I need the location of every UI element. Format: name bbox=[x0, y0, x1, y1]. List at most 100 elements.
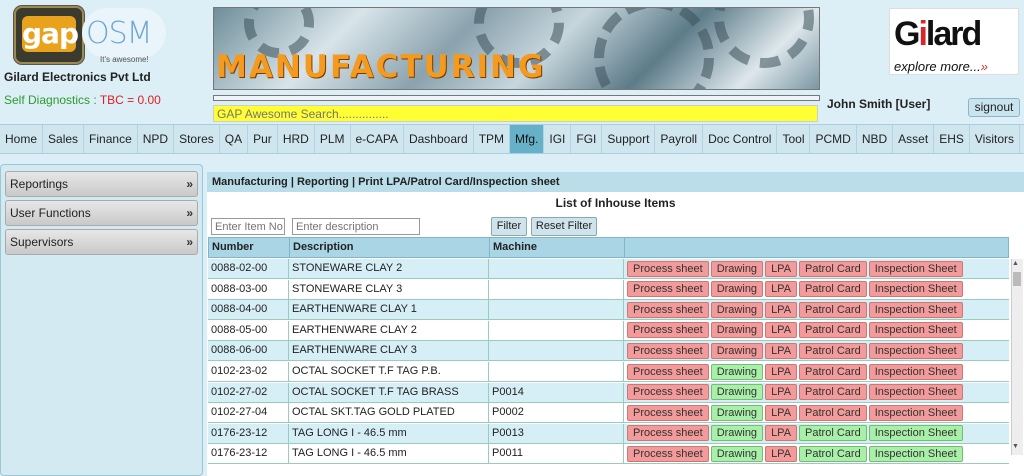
nav-item-igi[interactable]: IGI bbox=[544, 125, 572, 153]
drawing-button[interactable]: Drawing bbox=[710, 425, 764, 442]
nav-item-stores[interactable]: Stores bbox=[174, 125, 220, 153]
patrol-card-button[interactable]: Patrol Card bbox=[799, 342, 867, 359]
nav-item-fgi[interactable]: FGI bbox=[571, 125, 603, 153]
process-sheet-button[interactable]: Process sheet bbox=[627, 301, 709, 318]
nav-item-hrd[interactable]: HRD bbox=[278, 125, 315, 153]
nav-item-pur[interactable]: Pur bbox=[248, 125, 278, 153]
inspection-sheet-button[interactable]: Inspection Sheet bbox=[868, 384, 963, 401]
process-sheet-button[interactable]: Process sheet bbox=[627, 342, 709, 359]
lpa-button[interactable]: LPA bbox=[765, 384, 798, 401]
column-header-description[interactable]: Description bbox=[290, 238, 490, 257]
inspection-sheet-button[interactable]: Inspection Sheet bbox=[868, 322, 963, 339]
nav-item-doc-control[interactable]: Doc Control bbox=[703, 125, 778, 153]
lpa-button[interactable]: LPA bbox=[765, 301, 798, 318]
table-header: Number Description Machine bbox=[208, 237, 1009, 258]
item-machine-cell: P0013 bbox=[489, 423, 624, 443]
sidebar-item-supervisors[interactable]: Supervisors» bbox=[5, 229, 198, 255]
drawing-button[interactable]: Drawing bbox=[710, 363, 764, 380]
nav-item-visitors[interactable]: Visitors bbox=[970, 125, 1020, 153]
drawing-button[interactable]: Drawing bbox=[710, 260, 764, 277]
drawing-button[interactable]: Drawing bbox=[710, 281, 764, 298]
inspection-sheet-button[interactable]: Inspection Sheet bbox=[868, 425, 963, 442]
nav-item-plm[interactable]: PLM bbox=[315, 125, 351, 153]
nav-item-npd[interactable]: NPD bbox=[138, 125, 175, 153]
patrol-card-button[interactable]: Patrol Card bbox=[799, 404, 867, 421]
lpa-button[interactable]: LPA bbox=[765, 425, 798, 442]
scroll-thumb[interactable] bbox=[1013, 272, 1021, 286]
gear-icon bbox=[594, 8, 714, 89]
item-no-filter-input[interactable] bbox=[211, 218, 285, 235]
inspection-sheet-button[interactable]: Inspection Sheet bbox=[868, 342, 963, 359]
item-machine-cell: P0002 bbox=[489, 403, 624, 423]
sidebar-item-reportings[interactable]: Reportings» bbox=[5, 171, 198, 197]
nav-item-qa[interactable]: QA bbox=[220, 125, 249, 153]
inspection-sheet-button[interactable]: Inspection Sheet bbox=[868, 301, 963, 318]
process-sheet-button[interactable]: Process sheet bbox=[627, 322, 709, 339]
drawing-button[interactable]: Drawing bbox=[710, 445, 764, 462]
nav-item-sales[interactable]: Sales bbox=[43, 125, 85, 153]
filter-button[interactable]: Filter bbox=[491, 217, 527, 236]
row-actions: Process sheet Drawing LPA Patrol Card Inspec… bbox=[624, 341, 1007, 360]
inspection-sheet-button[interactable]: Inspection Sheet bbox=[868, 260, 963, 277]
vertical-scrollbar[interactable] bbox=[1011, 259, 1023, 455]
search-input[interactable] bbox=[213, 105, 818, 122]
nav-item-payroll[interactable]: Payroll bbox=[655, 125, 704, 153]
nav-item-home[interactable]: Home bbox=[0, 125, 44, 153]
process-sheet-button[interactable]: Process sheet bbox=[627, 281, 709, 298]
drawing-button[interactable]: Drawing bbox=[710, 301, 764, 318]
nav-item-tpm[interactable]: TPM bbox=[474, 125, 511, 153]
lpa-button[interactable]: LPA bbox=[765, 342, 798, 359]
nav-item-nbd[interactable]: NBD bbox=[857, 125, 894, 153]
lpa-button[interactable]: LPA bbox=[765, 322, 798, 339]
table-row: 0088-06-00 EARTHENWARE CLAY 3 Process shee… bbox=[208, 341, 1009, 362]
inspection-sheet-button[interactable]: Inspection Sheet bbox=[868, 281, 963, 298]
inspection-sheet-button[interactable]: Inspection Sheet bbox=[868, 363, 963, 380]
nav-item-support[interactable]: Support bbox=[602, 125, 656, 153]
nav-item-tool[interactable]: Tool bbox=[777, 125, 811, 153]
process-sheet-button[interactable]: Process sheet bbox=[627, 384, 709, 401]
column-header-machine[interactable]: Machine bbox=[490, 238, 625, 257]
scroll-up-icon[interactable]: ▲ bbox=[1012, 260, 1019, 267]
lpa-button[interactable]: LPA bbox=[765, 404, 798, 421]
lpa-button[interactable]: LPA bbox=[765, 281, 798, 298]
signout-button[interactable]: signout bbox=[968, 98, 1020, 117]
patrol-card-button[interactable]: Patrol Card bbox=[799, 281, 867, 298]
patrol-card-button[interactable]: Patrol Card bbox=[799, 445, 867, 462]
lpa-button[interactable]: LPA bbox=[765, 445, 798, 462]
nav-item-ehs[interactable]: EHS bbox=[934, 125, 970, 153]
column-header-number[interactable]: Number bbox=[209, 238, 290, 257]
description-filter-input[interactable] bbox=[292, 218, 420, 235]
drawing-button[interactable]: Drawing bbox=[710, 322, 764, 339]
lpa-button[interactable]: LPA bbox=[765, 260, 798, 277]
lpa-button[interactable]: LPA bbox=[765, 363, 798, 380]
nav-item-dashboard[interactable]: Dashboard bbox=[404, 125, 474, 153]
inspection-sheet-button[interactable]: Inspection Sheet bbox=[868, 445, 963, 462]
patrol-card-button[interactable]: Patrol Card bbox=[799, 260, 867, 277]
patrol-card-button[interactable]: Patrol Card bbox=[799, 301, 867, 318]
process-sheet-button[interactable]: Process sheet bbox=[627, 445, 709, 462]
nav-item-mfg[interactable]: Mfg. bbox=[510, 125, 545, 153]
sidebar-item-user-functions[interactable]: User Functions» bbox=[5, 200, 198, 226]
nav-item-e-capa[interactable]: e-CAPA bbox=[351, 125, 404, 153]
scroll-down-icon[interactable]: ▼ bbox=[1012, 443, 1019, 450]
patrol-card-button[interactable]: Patrol Card bbox=[799, 384, 867, 401]
drawing-button[interactable]: Drawing bbox=[710, 384, 764, 401]
drawing-button[interactable]: Drawing bbox=[710, 404, 764, 421]
patrol-card-button[interactable]: Patrol Card bbox=[799, 425, 867, 442]
item-description-cell: EARTHENWARE CLAY 2 bbox=[289, 320, 489, 340]
process-sheet-button[interactable]: Process sheet bbox=[627, 260, 709, 277]
nav-item-pcmd[interactable]: PCMD bbox=[810, 125, 857, 153]
nav-item-finance[interactable]: Finance bbox=[84, 125, 138, 153]
process-sheet-button[interactable]: Process sheet bbox=[627, 363, 709, 380]
table-row: 0088-02-00 STONEWARE CLAY 2 Process sheet D… bbox=[208, 259, 1009, 279]
reset-filter-button[interactable]: Reset Filter bbox=[531, 217, 597, 236]
drawing-button[interactable]: Drawing bbox=[710, 342, 764, 359]
process-sheet-button[interactable]: Process sheet bbox=[627, 425, 709, 442]
patrol-card-button[interactable]: Patrol Card bbox=[799, 322, 867, 339]
process-sheet-button[interactable]: Process sheet bbox=[627, 404, 709, 421]
patrol-card-button[interactable]: Patrol Card bbox=[799, 363, 867, 380]
item-number-cell: 0102-23-02 bbox=[208, 362, 289, 381]
nav-item-asset[interactable]: Asset bbox=[893, 125, 935, 153]
row-actions: Process sheet Drawing LPA Patrol Card Inspec… bbox=[624, 403, 1007, 422]
inspection-sheet-button[interactable]: Inspection Sheet bbox=[868, 404, 963, 421]
